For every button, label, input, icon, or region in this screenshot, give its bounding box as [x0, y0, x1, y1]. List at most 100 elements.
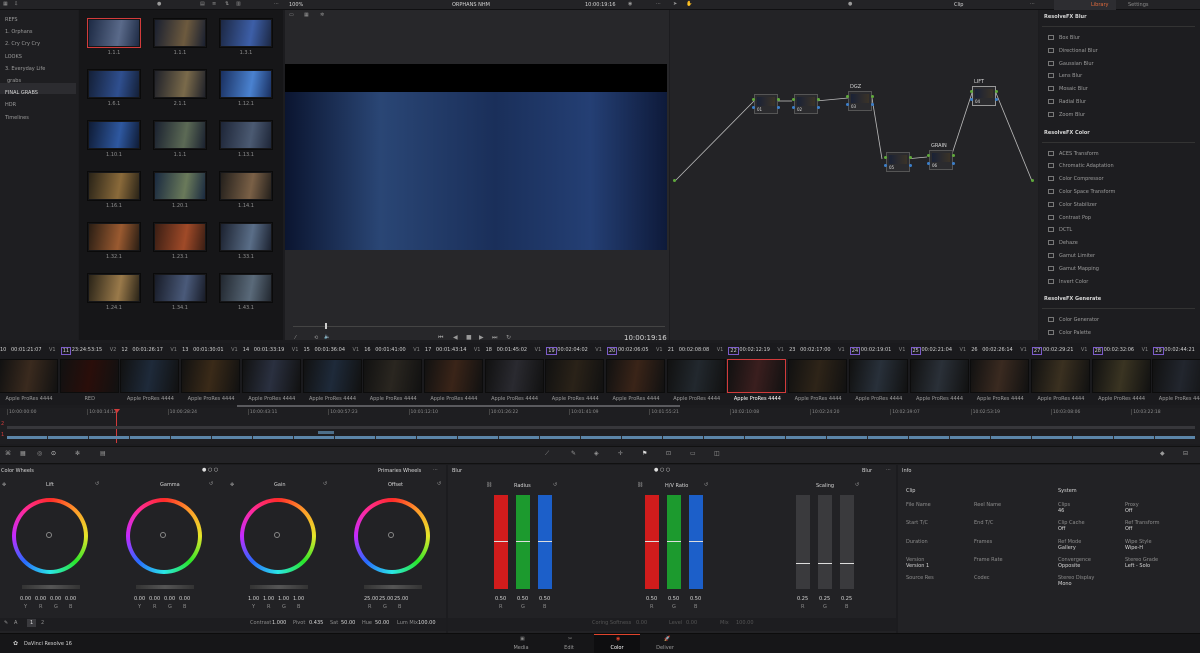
album-item[interactable]: 3. Everyday Life — [5, 63, 45, 75]
blur-slider[interactable] — [796, 495, 810, 589]
color-wheel[interactable] — [126, 498, 202, 574]
still-thumbnail[interactable] — [87, 222, 141, 252]
scrubber[interactable] — [293, 326, 665, 327]
blur-slider[interactable] — [516, 495, 530, 589]
still-thumbnail[interactable] — [219, 171, 273, 201]
sizing-icon[interactable]: ▭ — [690, 450, 696, 457]
node-output-rgb[interactable] — [909, 156, 912, 159]
tracker-icon[interactable]: ✛ — [618, 450, 623, 457]
clip-thumbnail[interactable] — [302, 359, 362, 393]
clip-thumbnail[interactable] — [241, 359, 301, 393]
blur-tool-icon[interactable]: ⚑ — [642, 450, 647, 457]
page-edit-icon[interactable]: ✂ — [568, 636, 572, 642]
library-item[interactable]: Dehaze — [1044, 237, 1194, 249]
loop-playback-icon[interactable]: ↻ — [506, 334, 511, 341]
blur-slider[interactable] — [689, 495, 703, 589]
clip-thumbnail[interactable] — [363, 359, 423, 393]
page-1-button[interactable]: 1 — [27, 619, 37, 627]
clip-thumbnail[interactable] — [423, 359, 483, 393]
camera-raw-icon[interactable]: ⌘ — [5, 450, 11, 457]
node-output-alpha[interactable] — [777, 106, 780, 109]
library-item[interactable]: Chromatic Adaptation — [1044, 160, 1194, 172]
wheel-value[interactable]: 0.00 — [149, 596, 160, 602]
hdr-icon[interactable]: ✻ — [75, 450, 80, 457]
wheel-value[interactable]: 0.00 — [164, 596, 175, 602]
album-item[interactable]: Timelines — [5, 112, 45, 124]
reset-icon[interactable]: ↺ — [704, 482, 708, 488]
primaries-icon[interactable]: ⊙ — [51, 450, 56, 457]
still-thumbnail[interactable] — [219, 69, 273, 99]
still-thumbnail[interactable] — [87, 120, 141, 150]
node-output-alpha[interactable] — [909, 164, 912, 167]
reset-icon[interactable]: ↺ — [95, 481, 99, 487]
album-item[interactable]: 1. Orphans — [5, 26, 45, 38]
split-view-icon[interactable]: ▦ — [304, 12, 309, 18]
clip-thumbnail[interactable] — [727, 359, 787, 393]
library-item[interactable]: Invert Color — [1044, 276, 1194, 288]
blur-slider[interactable] — [667, 495, 681, 589]
node-input-alpha[interactable] — [846, 103, 849, 106]
master-wheel[interactable] — [250, 585, 308, 589]
qualifier-icon[interactable]: ✎ — [571, 450, 576, 457]
curves-icon[interactable]: ⟋ — [545, 450, 549, 458]
slider-handle[interactable] — [494, 541, 508, 542]
node-output-rgb[interactable] — [777, 98, 780, 101]
blur-page-dots[interactable]: ● ○ ○ — [654, 467, 670, 473]
node-input-alpha[interactable] — [884, 164, 887, 167]
library-item[interactable]: ACES Transform — [1044, 148, 1194, 160]
clip-thumbnail[interactable] — [484, 359, 544, 393]
pointer-icon[interactable]: ➤ — [673, 1, 677, 7]
library-item[interactable]: Lens Blur — [1044, 70, 1194, 82]
wheel-value[interactable]: 0.00 — [179, 596, 190, 602]
node-output-rgb[interactable] — [995, 90, 998, 93]
wheel-value[interactable]: 0.00 — [65, 596, 76, 602]
source-input-dot[interactable] — [673, 179, 676, 182]
library-item[interactable]: Color Palette — [1044, 327, 1194, 339]
library-item[interactable]: Gamut Limiter — [1044, 250, 1194, 262]
mix-value[interactable]: 100.00 — [736, 620, 754, 626]
clip-thumbnail[interactable] — [181, 359, 241, 393]
blur-value[interactable]: 0.25 — [797, 596, 808, 602]
page-2-button[interactable]: 2 — [41, 620, 44, 626]
still-thumbnail[interactable] — [87, 273, 141, 303]
wheels-more-icon[interactable]: ⋯ — [433, 467, 438, 473]
wheel-value[interactable]: 25.00 — [379, 596, 393, 602]
wheel-center-handle[interactable] — [46, 532, 52, 538]
color-wheel[interactable] — [240, 498, 316, 574]
still-thumbnail[interactable] — [219, 273, 273, 303]
still-thumbnail[interactable] — [219, 222, 273, 252]
clip-thumbnail[interactable] — [666, 359, 726, 393]
auto-icon[interactable]: A — [14, 620, 17, 626]
blur-value[interactable]: 0.50 — [646, 596, 657, 602]
list-view-icon[interactable]: ≡ — [212, 1, 216, 7]
node-input-rgb[interactable] — [846, 95, 849, 98]
still-thumbnail[interactable] — [87, 171, 141, 201]
node-more-icon[interactable]: ⋯ — [1030, 1, 1035, 7]
node-02[interactable]: 02 — [794, 94, 818, 114]
blur-mode-select[interactable]: Blur — [862, 468, 872, 474]
node-input-alpha[interactable] — [970, 98, 973, 101]
reset-icon[interactable]: ↺ — [437, 481, 441, 487]
master-wheel[interactable] — [136, 585, 194, 589]
stop-icon[interactable]: ■ — [466, 334, 472, 341]
wheel-center-handle[interactable] — [274, 532, 280, 538]
album-item[interactable]: REFS — [5, 14, 45, 26]
clip-thumbnail[interactable] — [1091, 359, 1151, 393]
gallery-icon[interactable]: ▦ — [3, 1, 8, 7]
window-icon[interactable]: ◈ — [594, 450, 599, 457]
node-mode-select[interactable]: Clip — [954, 2, 963, 8]
key-icon[interactable]: ⊡ — [666, 450, 671, 457]
reset-icon[interactable]: ↺ — [209, 481, 213, 487]
page-deliver-icon[interactable]: 🚀 — [664, 636, 670, 642]
blur-value[interactable]: 0.25 — [841, 596, 852, 602]
clip-thumbnail[interactable] — [606, 359, 665, 393]
still-thumbnail[interactable] — [219, 18, 273, 48]
slider-handle[interactable] — [645, 541, 659, 542]
album-item[interactable]: FINAL GRABS — [5, 87, 45, 99]
still-thumbnail[interactable] — [153, 171, 207, 201]
still-thumbnail[interactable] — [87, 18, 141, 48]
color-match-icon[interactable]: ▦ — [20, 450, 26, 457]
page-color-icon[interactable]: ◉ — [616, 636, 620, 642]
color-wheel[interactable] — [354, 498, 430, 574]
contrast-value[interactable]: 1.000 — [272, 620, 286, 626]
